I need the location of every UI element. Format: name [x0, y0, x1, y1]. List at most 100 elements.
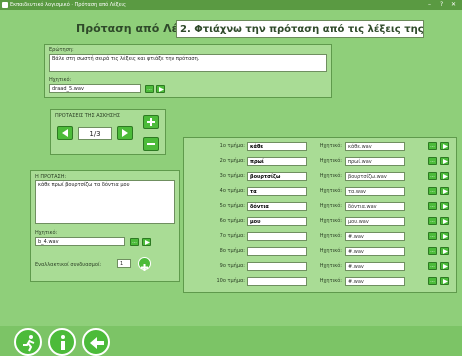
play-icon [443, 174, 448, 179]
segment-sound-input[interactable]: τα.wav [345, 187, 405, 196]
question-label: Ερώτηση: [49, 47, 74, 53]
segment-play-button[interactable] [440, 247, 449, 255]
segment-input[interactable]: μου [247, 217, 307, 226]
segment-sound-input[interactable]: μου.wav [345, 217, 405, 226]
segment-browse-button[interactable]: ... [428, 217, 437, 225]
segment-play-button[interactable] [440, 142, 449, 150]
play-icon [443, 219, 448, 224]
segment-browse-button[interactable]: ... [428, 232, 437, 240]
segment-browse-button[interactable]: ... [428, 187, 437, 195]
segment-input[interactable] [247, 232, 307, 241]
segment-label: 2ο τμήμα: [219, 158, 245, 164]
play-icon [443, 144, 448, 149]
segment-input[interactable] [247, 247, 307, 256]
segment-play-button[interactable] [440, 187, 449, 195]
sentence-panel: Η ΠΡΟΤΑΣΗ: κάθε πρωί βουρτσίζω τα δόντια… [30, 170, 180, 282]
play-icon [145, 240, 150, 245]
segment-play-button[interactable] [440, 157, 449, 165]
segment-browse-button[interactable]: ... [428, 202, 437, 210]
segment-sound-input[interactable]: #.wav [345, 247, 405, 256]
exit-button[interactable] [14, 328, 42, 356]
segment-label: 3ο τμήμα: [219, 173, 245, 179]
minimize-button[interactable]: – [428, 0, 431, 10]
segment-input[interactable] [247, 277, 307, 286]
segment-input[interactable]: βουρτσίζω [247, 172, 307, 181]
segment-sound-input[interactable]: #.wav [345, 232, 405, 241]
info-icon [61, 335, 65, 350]
segment-sound-input[interactable]: #.wav [345, 277, 405, 286]
segment-play-button[interactable] [440, 217, 449, 225]
play-icon [443, 204, 448, 209]
segment-play-button[interactable] [440, 232, 449, 240]
segment-label: 10ο τμήμα: [216, 278, 245, 284]
arrow-right-icon [122, 129, 128, 137]
question-sound-label: Ηχητικό: [49, 77, 72, 83]
back-button[interactable] [82, 328, 110, 356]
segment-label: 8ο τμήμα: [219, 248, 245, 254]
segment-sound-label: Ηχητικό: [319, 203, 342, 209]
segment-row: 4ο τμήμα: τα Ηχητικό: τα.wav... [185, 186, 455, 198]
segment-sound-label: Ηχητικό: [319, 173, 342, 179]
play-icon [443, 189, 448, 194]
segment-play-button[interactable] [440, 202, 449, 210]
segment-row: 7ο τμήμα: Ηχητικό: #.wav... [185, 231, 455, 243]
segment-sound-label: Ηχητικό: [319, 143, 342, 149]
segment-play-button[interactable] [440, 172, 449, 180]
segment-sound-label: Ηχητικό: [319, 263, 342, 269]
segment-row: 2ο τμήμα: πρωί Ηχητικό: πρωί.wav... [185, 156, 455, 168]
segment-browse-button[interactable]: ... [428, 262, 437, 270]
page-header: Πρόταση από Λέξεις: 2. Φτιάχνω την πρότα… [0, 14, 462, 40]
sentence-browse-button[interactable]: ... [130, 238, 139, 246]
sentence-sound-input[interactable]: b_4.wav [35, 237, 125, 246]
play-icon [443, 279, 448, 284]
exercise-counter: 1/3 [78, 127, 112, 140]
question-play-button[interactable] [156, 85, 165, 93]
segment-sound-input[interactable]: βουρτσίζω.wav [345, 172, 405, 181]
add-combination-button[interactable] [138, 257, 151, 271]
info-button[interactable] [48, 328, 76, 356]
segment-sound-label: Ηχητικό: [319, 188, 342, 194]
segment-sound-input[interactable]: κάθε.wav [345, 142, 405, 151]
segment-row: 9ο τμήμα: Ηχητικό: #.wav... [185, 261, 455, 273]
play-icon [443, 234, 448, 239]
remove-exercise-button[interactable] [143, 137, 159, 151]
segment-label: 7ο τμήμα: [219, 233, 245, 239]
segment-label: 6ο τμήμα: [219, 218, 245, 224]
sentence-input[interactable]: κάθε πρωί βουρτσίζω τα δόντια μου [35, 180, 175, 224]
minus-icon [147, 143, 155, 145]
segment-input[interactable]: κάθε [247, 142, 307, 151]
sentence-play-button[interactable] [142, 238, 151, 246]
next-exercise-button[interactable] [117, 126, 133, 140]
segment-browse-button[interactable]: ... [428, 172, 437, 180]
segment-sound-label: Ηχητικό: [319, 248, 342, 254]
segment-sound-input[interactable]: #.wav [345, 262, 405, 271]
segment-input[interactable] [247, 262, 307, 271]
alt-combinations-input[interactable]: 1 [117, 259, 131, 268]
segment-play-button[interactable] [440, 277, 449, 285]
segment-input[interactable]: δόντια [247, 202, 307, 211]
segment-play-button[interactable] [440, 262, 449, 270]
segment-sound-label: Ηχητικό: [319, 278, 342, 284]
segment-label: 4ο τμήμα: [219, 188, 245, 194]
question-sound-input[interactable]: draad_5.wav [49, 84, 141, 93]
question-input[interactable]: Βάλε στη σωστή σειρά τις λέξεις και φτιά… [49, 54, 327, 72]
segment-browse-button[interactable]: ... [428, 247, 437, 255]
segment-row: 10ο τμήμα: Ηχητικό: #.wav... [185, 276, 455, 288]
question-browse-button[interactable]: ... [145, 85, 154, 93]
segment-browse-button[interactable]: ... [428, 277, 437, 285]
plus-icon [141, 264, 148, 271]
segment-sound-input[interactable]: πρωί.wav [345, 157, 405, 166]
add-exercise-button[interactable] [143, 115, 159, 129]
segment-label: 9ο τμήμα: [219, 263, 245, 269]
segment-browse-button[interactable]: ... [428, 142, 437, 150]
segment-browse-button[interactable]: ... [428, 157, 437, 165]
play-icon [159, 87, 164, 92]
segment-input[interactable]: πρωί [247, 157, 307, 166]
help-button[interactable]: ? [440, 0, 443, 10]
previous-exercise-button[interactable] [57, 126, 73, 140]
segment-sound-input[interactable]: δόντια.wav [345, 202, 405, 211]
segment-input[interactable]: τα [247, 187, 307, 196]
back-arrow-icon [90, 337, 104, 349]
exercise-name-field[interactable]: 2. Φτιάχνω την πρόταση από τις λέξεις τη… [176, 20, 424, 38]
close-button[interactable]: ✕ [451, 0, 456, 10]
